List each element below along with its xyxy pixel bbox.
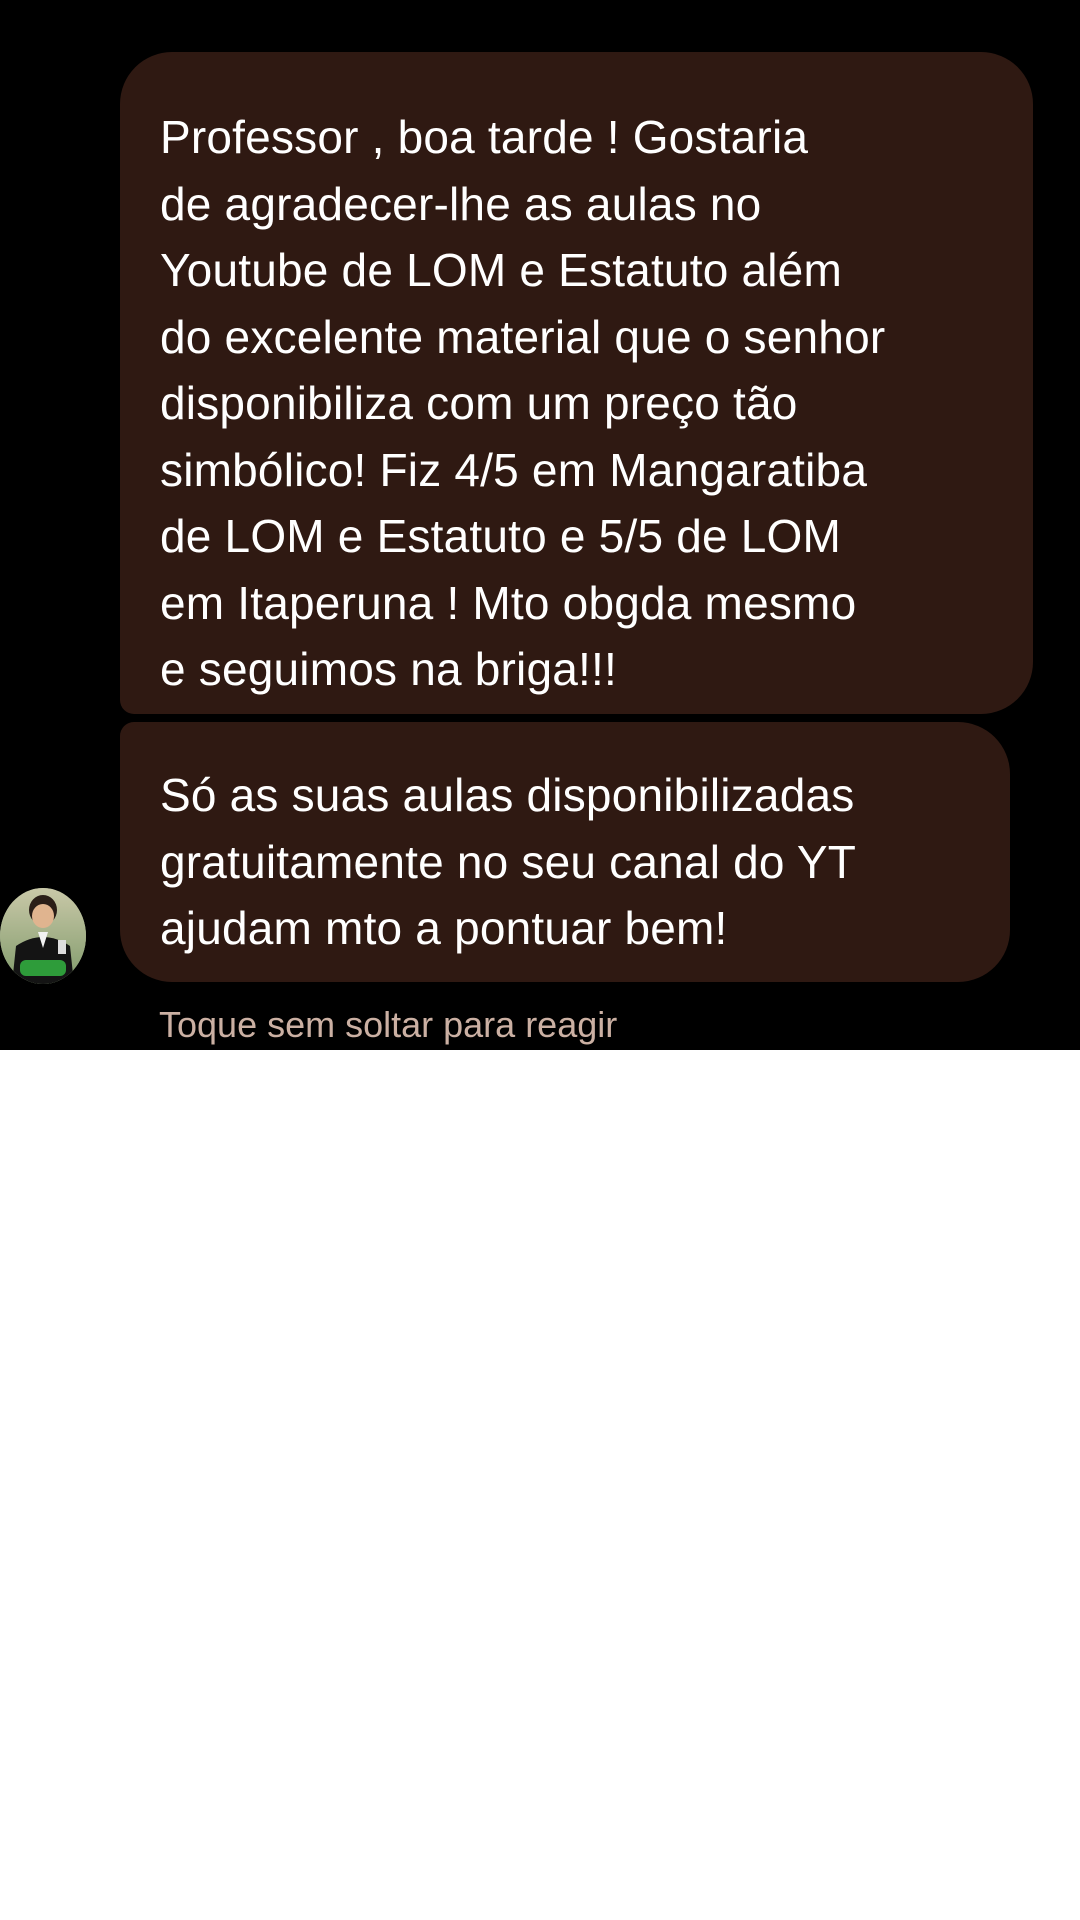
reaction-hint: Toque sem soltar para reagir — [159, 1004, 618, 1045]
message-text: Professor , boa tarde ! Gostaria de agra… — [160, 111, 886, 695]
screen: Professor , boa tarde ! Gostaria de agra… — [0, 0, 1080, 1920]
message-bubble[interactable]: Professor , boa tarde ! Gostaria de agra… — [120, 52, 1033, 714]
sender-avatar[interactable] — [0, 888, 86, 984]
chat-thread: Professor , boa tarde ! Gostaria de agra… — [0, 0, 1080, 1050]
message-text: Só as suas aulas disponibilizadas gratui… — [160, 769, 856, 954]
message-bubble[interactable]: Só as suas aulas disponibilizadas gratui… — [120, 722, 1010, 982]
avatar-photo-icon — [0, 888, 86, 984]
